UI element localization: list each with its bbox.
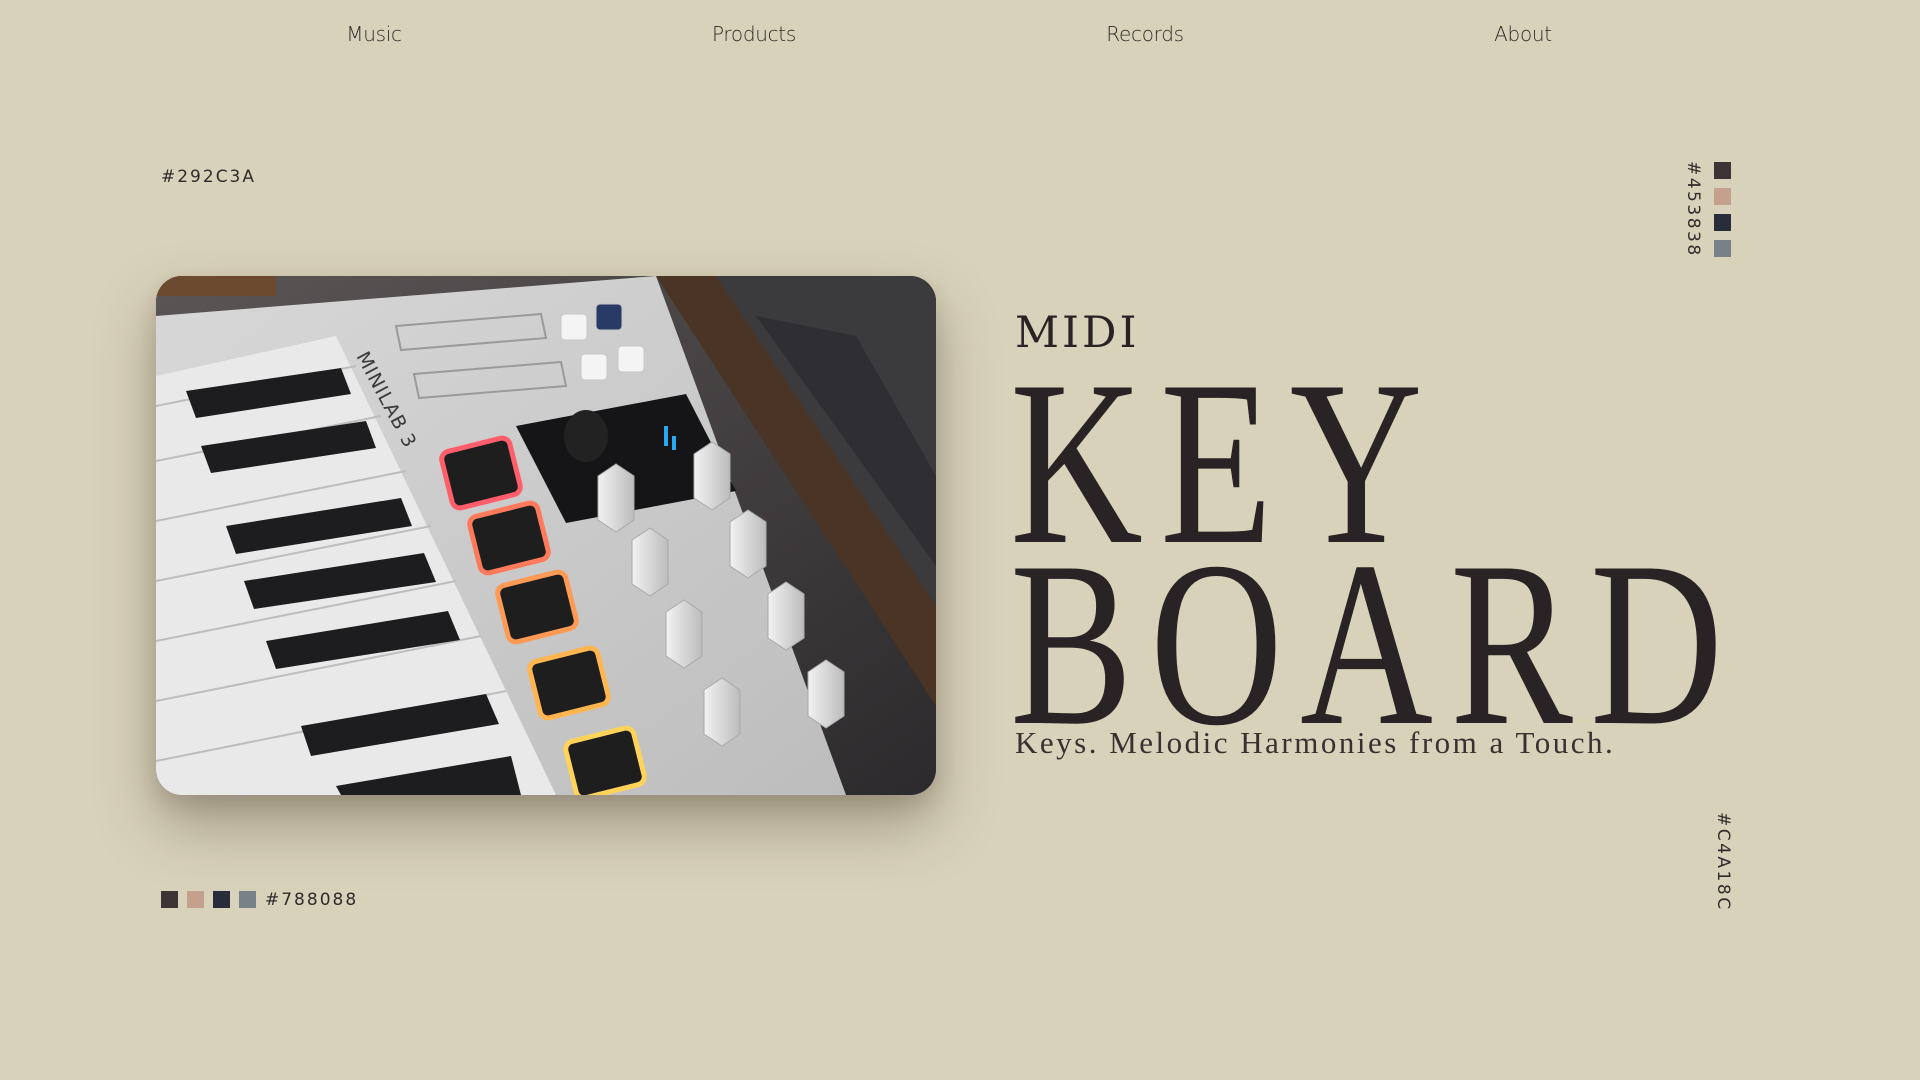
hex-label-bottom-left: #788088 [265, 890, 359, 910]
swatch-tan [187, 891, 204, 908]
swatch-navy [1714, 214, 1731, 231]
swatch-dark-brown [161, 891, 178, 908]
swatch-tan [1714, 188, 1731, 205]
hex-label-right-top: #453838 [1683, 161, 1703, 258]
hex-label-right-bottom: #C4A18C [1713, 812, 1733, 912]
swatch-dark-brown [1714, 162, 1731, 179]
nav-item-about[interactable]: About [1494, 22, 1552, 46]
swatch-navy [213, 891, 230, 908]
nav-item-records[interactable]: Records [1106, 22, 1184, 46]
landing-page: Music Products Records About #292C3A #45… [0, 0, 1920, 1080]
swatch-gray [239, 891, 256, 908]
swatch-gray [1714, 240, 1731, 257]
main-nav: Music Products Records About [0, 22, 1920, 50]
keyboard-photo: MINILAB 3 [156, 276, 936, 795]
nav-item-music[interactable]: Music [346, 22, 402, 46]
nav-item-products[interactable]: Products [712, 22, 796, 46]
hex-label-top-left: #292C3A [161, 167, 257, 187]
hero-tagline: Keys. Melodic Harmonies from a Touch. [1015, 725, 1616, 760]
